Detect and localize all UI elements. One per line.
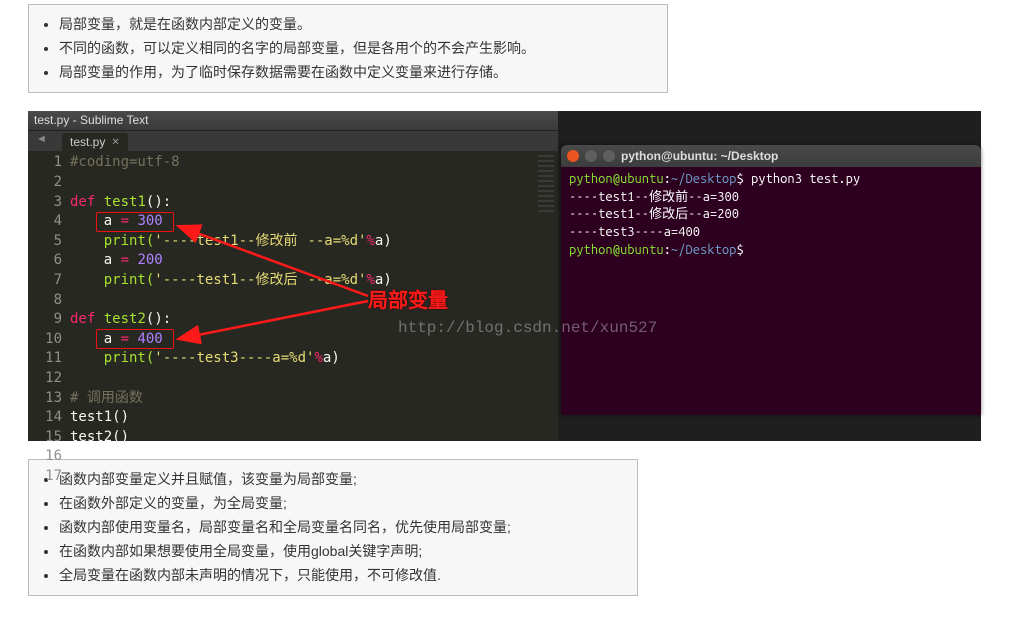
sublime-window: test.py - Sublime Text ◄ test.py ✕ 12345… <box>28 111 558 441</box>
close-icon[interactable]: ✕ <box>111 137 119 148</box>
screenshot-wrapper: test.py - Sublime Text ◄ test.py ✕ 12345… <box>28 111 981 441</box>
code-area: 12345678 91011121314151617 #coding=utf-8… <box>28 151 558 486</box>
minimap[interactable] <box>538 155 554 215</box>
note-item: 全局变量在函数内部未声明的情况下，只能使用，不可修改值. <box>59 564 625 588</box>
maximize-window-icon[interactable] <box>603 150 615 162</box>
terminal-window: python@ubuntu: ~/Desktop python@ubuntu:~… <box>561 145 981 415</box>
minimize-window-icon[interactable] <box>585 150 597 162</box>
sublime-tab-bar: ◄ test.py ✕ <box>28 131 558 151</box>
sublime-title: test.py - Sublime Text <box>28 111 558 131</box>
prompt-line: python@ubuntu:~/Desktop$ python3 test.py <box>569 171 973 189</box>
note-item: 在函数内部如果想要使用全局变量，使用global关键字声明; <box>59 540 625 564</box>
sublime-tab[interactable]: test.py ✕ <box>62 133 128 151</box>
terminal-output-line: ----test1--修改后--a=200 <box>569 206 973 224</box>
note-item: 在函数外部定义的变量，为全局变量; <box>59 492 625 516</box>
code-body[interactable]: #coding=utf-8 def test1(): a = 300 print… <box>70 153 558 486</box>
note-item: 不同的函数，可以定义相同的名字的局部变量，但是各用个的不会产生影响。 <box>59 37 655 61</box>
tab-label: test.py <box>70 135 105 149</box>
terminal-output-line: ----test1--修改前--a=300 <box>569 189 973 207</box>
notes-top: 局部变量，就是在函数内部定义的变量。 不同的函数，可以定义相同的名字的局部变量，… <box>28 4 668 93</box>
close-window-icon[interactable] <box>567 150 579 162</box>
annotation-label: 局部变量 <box>368 284 448 313</box>
note-item: 局部变量的作用，为了临时保存数据需要在函数中定义变量来进行存储。 <box>59 61 655 85</box>
terminal-title-text: python@ubuntu: ~/Desktop <box>621 149 778 163</box>
prompt-line: python@ubuntu:~/Desktop$ <box>569 242 973 260</box>
note-item: 函数内部使用变量名，局部变量名和全局变量名同名，优先使用局部变量; <box>59 516 625 540</box>
note-item: 局部变量，就是在函数内部定义的变量。 <box>59 13 655 37</box>
terminal-body[interactable]: python@ubuntu:~/Desktop$ python3 test.py… <box>561 167 981 263</box>
terminal-output-line: ----test3----a=400 <box>569 224 973 242</box>
line-gutter: 12345678 91011121314151617 <box>28 153 70 486</box>
chevron-left-icon[interactable]: ◄ <box>36 133 47 145</box>
terminal-titlebar: python@ubuntu: ~/Desktop <box>561 145 981 167</box>
